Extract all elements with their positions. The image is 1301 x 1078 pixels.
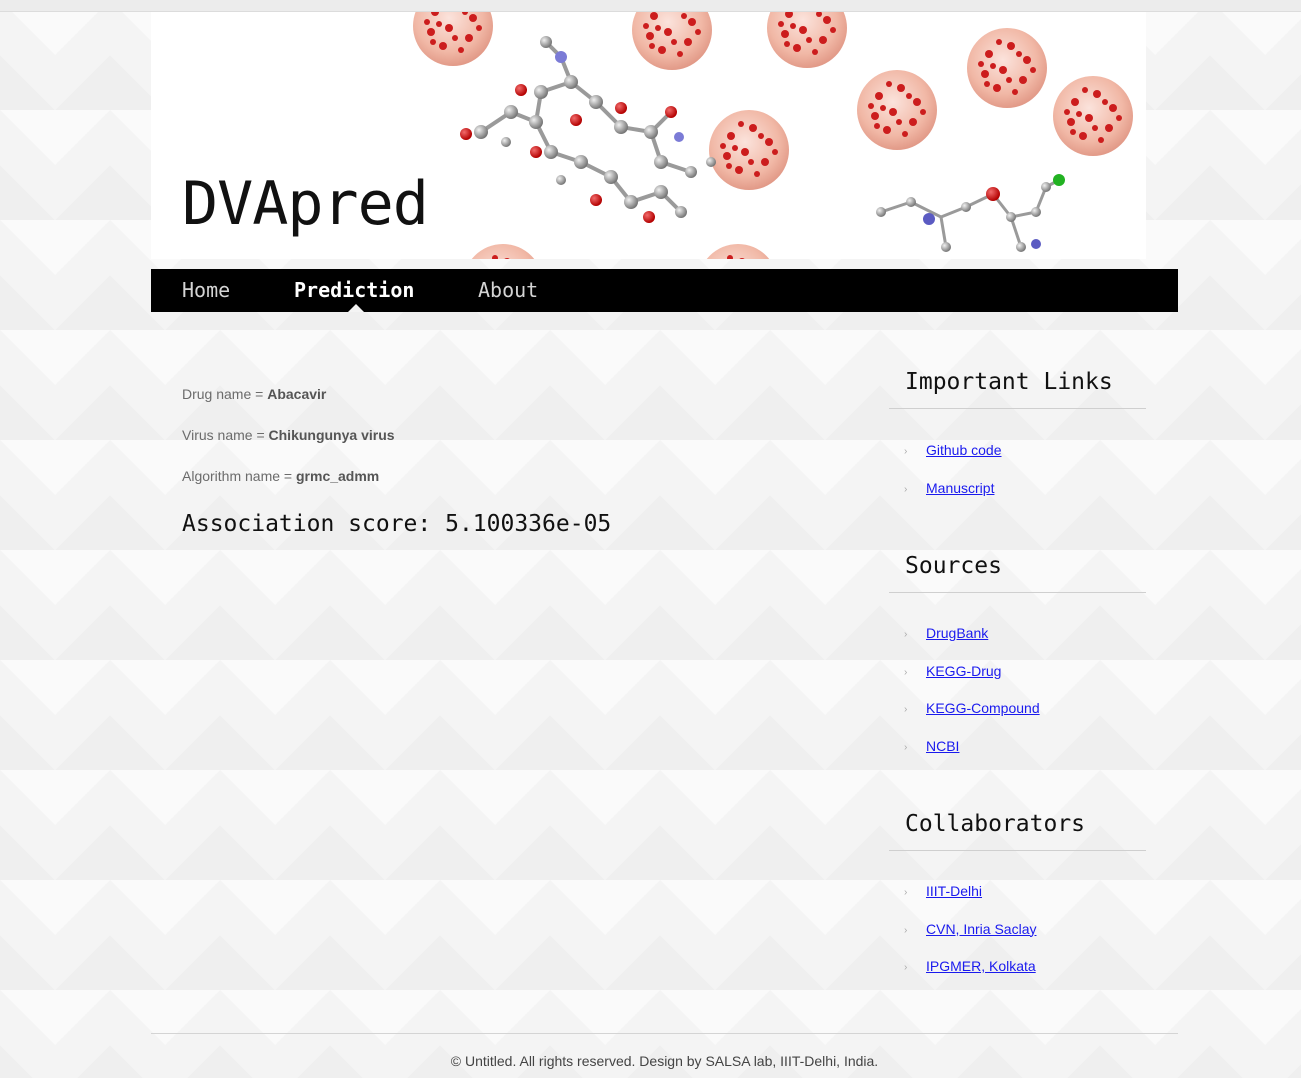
footer-divider: [151, 1033, 1178, 1034]
virus-name-label: Virus name =: [182, 427, 269, 443]
active-nav-indicator: [348, 304, 364, 312]
link-kegg-drug[interactable]: KEGG-Drug: [926, 663, 1001, 679]
browser-top-strip: [0, 0, 1301, 12]
link-manuscript[interactable]: Manuscript: [926, 480, 994, 496]
important-links-list: › Github code › Manuscript: [889, 441, 1146, 516]
algorithm-name-row: Algorithm name = grmc_admm: [182, 468, 842, 484]
prediction-result: Drug name = Abacavir Virus name = Chikun…: [182, 386, 842, 537]
list-item: › Github code: [889, 441, 1146, 479]
link-cvn-inria-saclay[interactable]: CVN, Inria Saclay: [926, 921, 1036, 937]
header-banner: DVApred: [151, 12, 1146, 259]
sidebar-title-important-links: Important Links: [889, 367, 1146, 409]
chevron-right-icon: ›: [904, 962, 908, 973]
sidebar-title-collaborators: Collaborators: [889, 809, 1146, 851]
link-ncbi[interactable]: NCBI: [926, 738, 959, 754]
sidebar-title-sources: Sources: [889, 551, 1146, 593]
list-item: › NCBI: [889, 737, 1146, 775]
chevron-right-icon: ›: [904, 666, 908, 678]
chevron-right-icon: ›: [904, 629, 908, 640]
footer-text: © Untitled. All rights reserved. Design …: [450, 1053, 879, 1069]
virus-name-row: Virus name = Chikungunya virus: [182, 427, 842, 443]
chevron-right-icon: ›: [904, 446, 908, 457]
drug-name-value: Abacavir: [267, 386, 327, 402]
link-ipgmer-kolkata[interactable]: IPGMER, Kolkata: [926, 958, 1036, 974]
link-kegg-compound[interactable]: KEGG-Compound: [926, 700, 1040, 716]
site-logo[interactable]: DVApred: [182, 174, 429, 234]
link-iiit-delhi[interactable]: IIIT-Delhi: [926, 883, 982, 899]
main-nav: Home Prediction About: [151, 269, 1178, 312]
association-score: Association score: 5.100336e-05: [182, 511, 612, 537]
nav-about[interactable]: About: [478, 269, 538, 312]
link-drugbank[interactable]: DrugBank: [926, 625, 988, 641]
list-item: › CVN, Inria Saclay: [889, 920, 1146, 958]
chevron-right-icon: ›: [904, 741, 908, 753]
chevron-right-icon: ›: [904, 924, 908, 936]
drug-name-label: Drug name =: [182, 386, 268, 402]
chevron-right-icon: ›: [904, 887, 908, 898]
nav-home[interactable]: Home: [182, 269, 230, 312]
list-item: › KEGG-Compound: [889, 699, 1146, 737]
chevron-right-icon: ›: [904, 704, 908, 715]
virus-name-value: Chikungunya virus: [268, 427, 395, 443]
list-item: › DrugBank: [889, 624, 1146, 662]
algorithm-name-value: grmc_admm: [296, 468, 380, 484]
sources-list: › DrugBank › KEGG-Drug › KEGG-Compound › NCB…: [889, 624, 1146, 774]
collaborators-list: › IIIT-Delhi › CVN, Inria Saclay › IPGMER, …: [889, 882, 1146, 995]
list-item: › Manuscript: [889, 479, 1146, 517]
chevron-right-icon: ›: [904, 483, 908, 495]
drug-name-row: Drug name = Abacavir: [182, 386, 842, 402]
link-github-code[interactable]: Github code: [926, 442, 1002, 458]
list-item: › IIIT-Delhi: [889, 882, 1146, 920]
list-item: › IPGMER, Kolkata: [889, 957, 1146, 995]
algorithm-name-label: Algorithm name =: [182, 468, 296, 484]
list-item: › KEGG-Drug: [889, 662, 1146, 700]
